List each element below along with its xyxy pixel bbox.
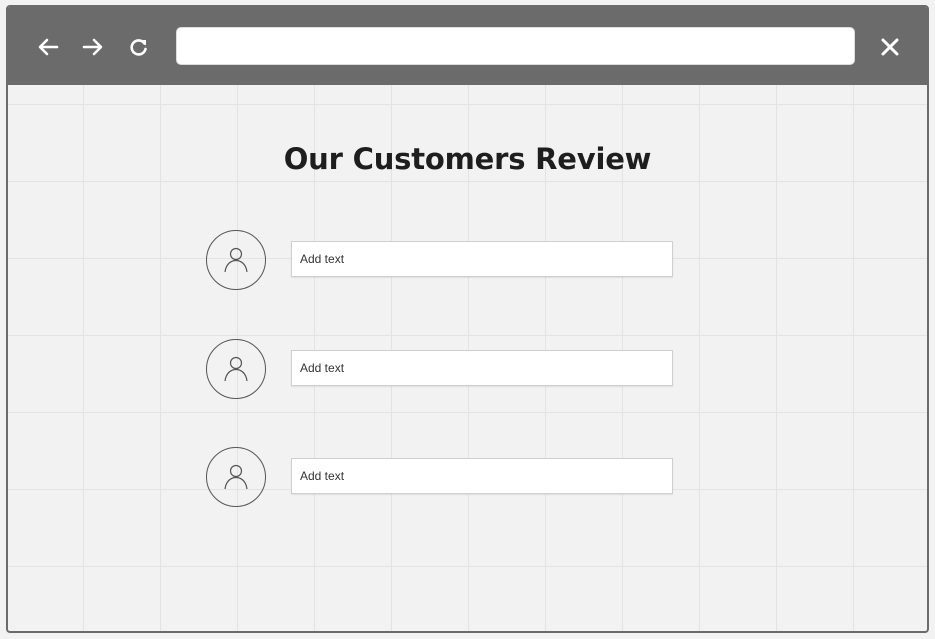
address-bar[interactable]: [176, 27, 855, 65]
user-icon: [224, 356, 248, 382]
forward-button[interactable]: [79, 33, 107, 61]
review-item: [206, 339, 676, 401]
avatar: [206, 447, 266, 507]
avatar: [206, 230, 266, 290]
review-text-input[interactable]: [291, 458, 673, 494]
reload-button[interactable]: [125, 33, 153, 61]
user-icon: [224, 464, 248, 490]
close-icon: [881, 38, 899, 56]
browser-window: Our Customers Review: [6, 5, 929, 633]
review-item: [206, 230, 676, 292]
close-button[interactable]: [876, 33, 904, 61]
user-icon: [224, 247, 248, 273]
arrow-right-icon: [82, 38, 103, 56]
review-text-input[interactable]: [291, 241, 673, 277]
review-text-input[interactable]: [291, 350, 673, 386]
page-title: Our Customers Review: [283, 142, 652, 176]
arrow-left-icon: [38, 38, 59, 56]
browser-toolbar: [8, 7, 927, 85]
avatar: [206, 339, 266, 399]
reload-icon: [130, 39, 147, 56]
review-item: [206, 447, 676, 509]
back-button[interactable]: [34, 33, 62, 61]
